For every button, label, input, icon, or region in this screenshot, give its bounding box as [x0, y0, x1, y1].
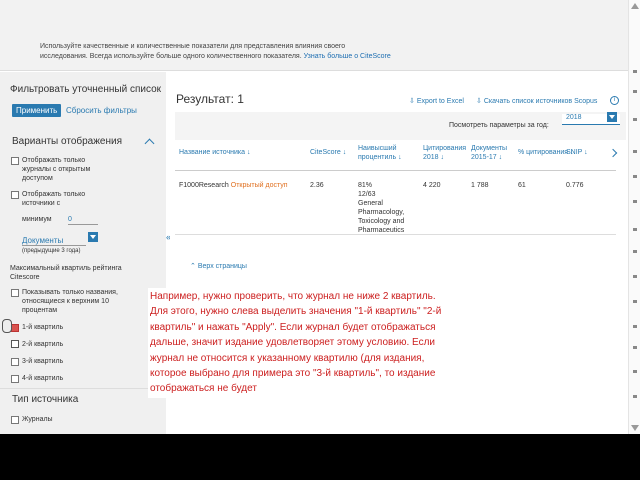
download-sources-link[interactable]: ⇩ Скачать список источников Scopus — [476, 97, 597, 105]
open-access-label: Отображать только журналы с открытым дос… — [22, 157, 91, 182]
cell-snip: 0.776 — [566, 182, 584, 189]
quartile-4-label: 4-й квартиль — [22, 375, 64, 382]
cell-percent-cited: 61 — [518, 182, 526, 189]
documents-select[interactable]: Документы — [22, 236, 86, 246]
open-access-checkbox[interactable] — [11, 157, 19, 165]
column-snip[interactable]: SNIP ↓ — [566, 148, 588, 157]
section-divider — [0, 388, 166, 389]
quartile-3-label: 3-й квартиль — [22, 358, 64, 365]
quartile-3-checkbox[interactable] — [11, 358, 19, 366]
filter-title: Фильтровать уточненный список — [10, 84, 162, 95]
quartile-filter-title: Максимальный квартиль рейтинга Citescore — [10, 265, 122, 281]
learn-more-link[interactable]: Узнать больше о CiteScore — [304, 53, 391, 60]
cell-citations: 4 220 — [423, 182, 441, 189]
export-icon: ⇩ — [409, 98, 417, 105]
column-percentile[interactable]: Наивысший процентиль ↓ — [358, 144, 414, 162]
documents-hint: (предыдущие 3 года) — [22, 248, 81, 254]
browser-viewport: Используйте качественные и количественны… — [0, 0, 640, 434]
cell-percentile: 81% 12/63 General Pharmacology, Toxicolo… — [358, 182, 405, 234]
scroll-marker — [633, 70, 637, 73]
scroll-marker — [633, 325, 637, 328]
min-sources-checkbox[interactable] — [11, 191, 19, 199]
info-icon[interactable]: i — [610, 96, 619, 105]
citescore-info-banner: Используйте качественные и количественны… — [0, 0, 628, 71]
reset-filters-link[interactable]: Сбросить фильтры — [66, 106, 137, 115]
column-citations[interactable]: Цитирования 2018 ↓ — [423, 144, 467, 162]
scroll-marker — [633, 300, 637, 303]
quartile-2-checkbox[interactable] — [11, 340, 19, 348]
chevron-up-icon: ⌃ — [190, 263, 196, 270]
apply-button[interactable]: Применить — [12, 104, 62, 117]
scroll-marker — [633, 275, 637, 278]
top-percent-checkbox[interactable] — [11, 289, 19, 297]
journals-checkbox[interactable] — [11, 416, 19, 424]
scroll-marker — [633, 200, 637, 203]
filter-sidebar: Фильтровать уточненный список Применить … — [0, 72, 166, 434]
quartile-2-label: 2-й квартиль — [22, 341, 64, 348]
scroll-marker — [633, 150, 637, 153]
journals-label: Журналы — [22, 416, 53, 423]
quartile-4-checkbox[interactable] — [11, 375, 19, 383]
column-documents[interactable]: Документы 2015-17 ↓ — [471, 144, 515, 162]
min-sources-label: Отображать только источники с — [22, 191, 86, 207]
banner-line-1: Используйте качественные и количественны… — [40, 43, 346, 50]
min-label: минимум — [22, 216, 52, 223]
download-icon: ⇩ — [476, 98, 484, 105]
scroll-marker — [633, 370, 637, 373]
quartile-1-label: 1-й квартиль — [22, 324, 64, 331]
banner-text: Используйте качественные и количественны… — [40, 42, 440, 62]
cell-citescore: 2.36 — [310, 182, 324, 189]
open-access-badge: Открытый доступ — [230, 182, 288, 189]
page-scrollbar[interactable] — [628, 0, 640, 434]
dropdown-arrow-icon[interactable] — [88, 232, 98, 242]
mouse-cursor-icon — [2, 319, 12, 333]
result-count: Результат: 1 — [176, 92, 244, 106]
quartile-1-checkbox[interactable] — [11, 324, 19, 332]
cell-documents: 1 788 — [471, 182, 489, 189]
top-percent-label: Показывать только названия, относящиеся … — [22, 289, 118, 314]
cell-source-name[interactable]: F1000Research Открытый доступ — [179, 181, 288, 190]
banner-line-2: исследования. Всегда используйте больше … — [40, 53, 391, 60]
display-options-title: Варианты отображения — [12, 136, 123, 147]
scroll-up-icon[interactable] — [631, 3, 639, 9]
year-dropdown-icon[interactable] — [607, 112, 617, 122]
scroll-marker — [633, 118, 637, 121]
column-source-name[interactable]: Название источника ↓ — [179, 148, 251, 157]
export-excel-link[interactable]: ⇩ Export to Excel — [409, 97, 464, 105]
scroll-marker — [633, 346, 637, 349]
year-param-label: Посмотреть параметры за год: — [449, 122, 549, 129]
scroll-marker — [633, 228, 637, 231]
scroll-marker — [633, 395, 637, 398]
table-toolbar — [175, 112, 626, 140]
source-type-title: Тип источника — [12, 394, 79, 405]
collapse-section-icon[interactable] — [144, 138, 155, 149]
scroll-marker — [633, 250, 637, 253]
annotation-note: Например, нужно проверить, что журнал не… — [148, 288, 452, 398]
scroll-marker — [633, 90, 637, 93]
scroll-down-icon[interactable] — [631, 425, 639, 431]
back-to-top-link[interactable]: ⌃ Верх страницы — [190, 262, 247, 270]
scroll-marker — [633, 175, 637, 178]
column-citescore[interactable]: CiteScore ↓ — [310, 148, 346, 157]
min-value-input[interactable]: 0 — [68, 215, 98, 225]
